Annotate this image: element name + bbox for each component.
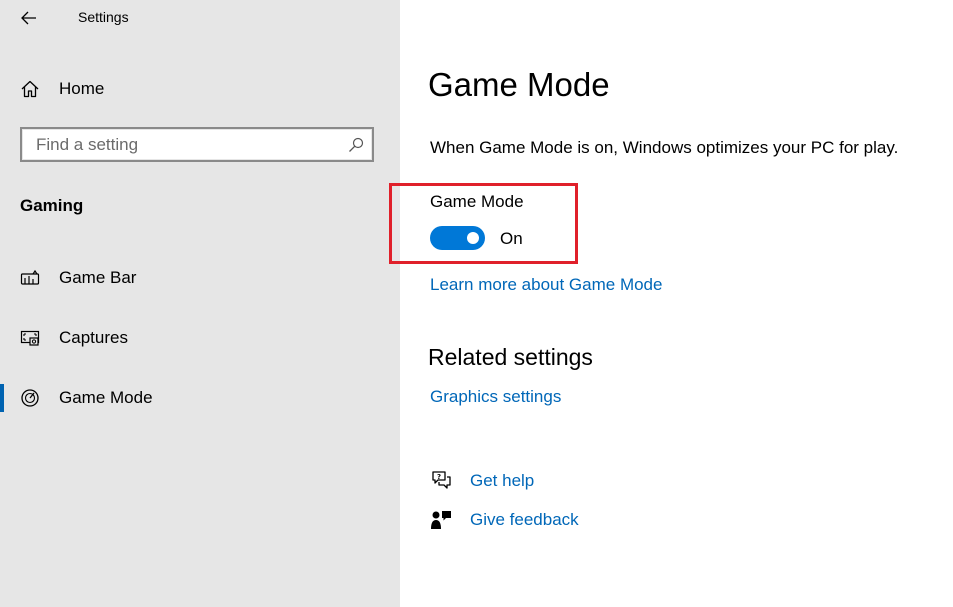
learn-more-link[interactable]: Learn more about Game Mode (430, 275, 662, 295)
get-help-link[interactable]: ? Get help (430, 469, 534, 493)
section-heading: Gaming (20, 196, 84, 215)
search-input[interactable] (22, 129, 356, 160)
search-box (20, 127, 374, 162)
sidebar-item-label: Game Bar (59, 268, 137, 287)
back-button[interactable] (12, 4, 46, 32)
page-title: Game Mode (428, 66, 610, 103)
related-settings-title: Related settings (428, 344, 593, 370)
page-description: When Game Mode is on, Windows optimizes … (430, 138, 899, 157)
game-bar-icon (20, 268, 40, 288)
toggle-label: Game Mode (430, 192, 524, 211)
game-mode-icon (20, 388, 40, 408)
sidebar: Settings Home Gaming (0, 0, 400, 607)
toggle-state: On (500, 229, 523, 248)
sidebar-item-label: Game Mode (59, 388, 153, 407)
feedback-icon (430, 509, 452, 531)
sidebar-item-home[interactable]: Home (0, 69, 400, 109)
get-help-label: Get help (470, 471, 535, 490)
svg-text:?: ? (437, 473, 441, 481)
sidebar-item-game-bar[interactable]: Game Bar (0, 258, 400, 298)
captures-icon (20, 328, 40, 348)
sidebar-item-game-mode[interactable]: Game Mode (0, 378, 400, 418)
selection-indicator (0, 384, 4, 412)
help-chat-icon: ? (430, 470, 452, 492)
graphics-settings-link[interactable]: Graphics settings (430, 387, 561, 407)
sidebar-item-label: Home (59, 79, 105, 98)
sidebar-item-captures[interactable]: Captures (0, 318, 400, 358)
app-title: Settings (78, 9, 129, 25)
settings-window: Settings Home Gaming (0, 0, 953, 607)
give-feedback-link[interactable]: Give feedback (430, 508, 579, 532)
back-arrow-icon (21, 11, 36, 25)
main-content: Game Mode When Game Mode is on, Windows … (389, 0, 953, 607)
sidebar-item-label: Captures (59, 328, 128, 347)
game-mode-toggle[interactable] (430, 226, 485, 250)
search-icon[interactable] (348, 137, 364, 153)
give-feedback-label: Give feedback (470, 510, 579, 529)
toggle-knob (467, 232, 479, 244)
home-icon (20, 79, 40, 99)
